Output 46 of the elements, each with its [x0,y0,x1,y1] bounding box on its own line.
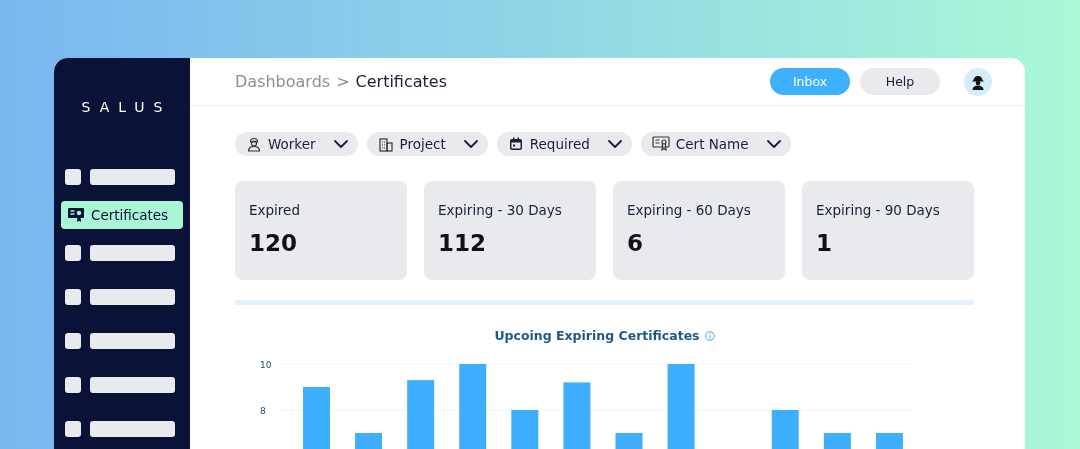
chevron-down-icon [766,140,781,148]
y-tick-label: 10 [260,359,272,370]
nav-icon-placeholder[interactable] [65,377,81,393]
filter-dropdown[interactable]: Worker [235,132,358,156]
bar [303,387,330,449]
stat-label: Expiring - 60 Days [627,202,752,218]
sidebar-item[interactable]: Certificates [61,201,183,229]
stat-value: 120 [249,230,298,256]
bar [615,433,643,449]
bar [875,433,903,449]
info-icon[interactable] [704,330,715,341]
stat-label: Expiring - 30 Days [438,202,563,218]
certificate-icon [67,207,85,223]
stat-value: 1 [816,230,833,256]
filter-dropdown[interactable]: Cert Name [640,132,791,156]
logo: SALUS [81,99,172,115]
page-title: Certificates [355,72,447,91]
chevron-down-icon [463,140,478,148]
chart-title: Upcoing Expiring Certificates [494,328,700,343]
help-button[interactable]: Help [860,68,940,95]
certificate-icon [651,136,670,152]
filter-dropdown[interactable]: Project [366,132,488,156]
bar [407,380,435,449]
nav-icon-placeholder[interactable] [65,245,81,261]
breadcrumb-separator: > [336,72,350,91]
stat-value: 6 [627,230,644,256]
y-tick-label: 8 [260,405,266,416]
bar [511,410,539,449]
chevron-down-icon [607,140,622,148]
chevron-down-icon [333,140,348,148]
stat-value: 112 [438,230,487,256]
bar [771,410,799,449]
bar [563,382,591,449]
nav-icon-placeholder[interactable] [65,333,81,349]
bar [355,433,383,449]
calendar-icon [507,136,524,152]
avatar-icon[interactable] [964,67,992,96]
nav-icon-placeholder[interactable] [65,289,81,305]
worker-icon [246,136,262,152]
building-icon [377,136,394,152]
bar [823,433,851,449]
stat-label: Expiring - 90 Days [816,202,941,218]
filter-dropdown[interactable]: Required [496,132,632,156]
stat-label: Expired [249,202,301,218]
nav-icon-placeholder[interactable] [65,169,81,185]
nav-icon-placeholder[interactable] [65,421,81,437]
